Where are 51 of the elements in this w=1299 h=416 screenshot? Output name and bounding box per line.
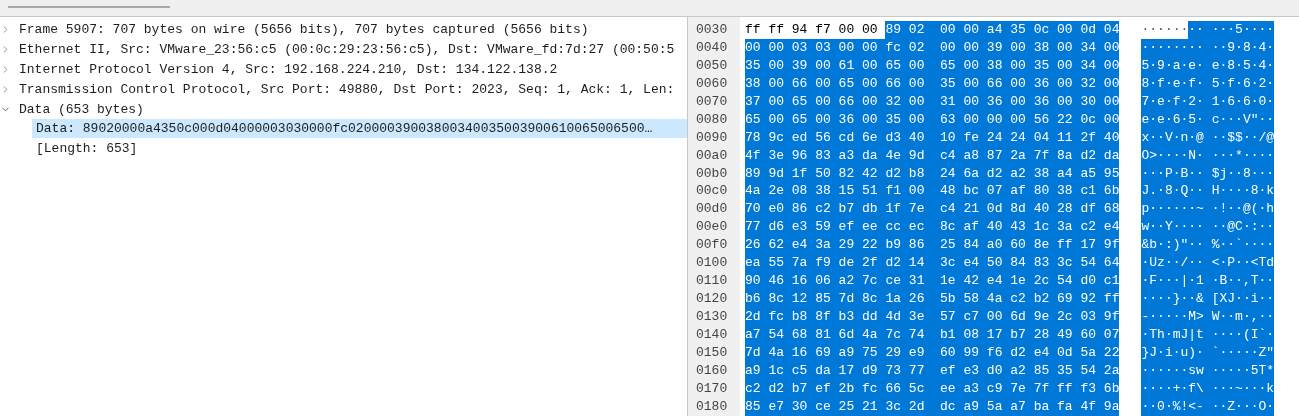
- offset-label: 0100: [696, 255, 728, 271]
- offset-label: 00a0: [696, 147, 728, 163]
- ascii-text: p······~ ·!··@(·h: [1141, 200, 1275, 219]
- offset-label: 0060: [696, 75, 728, 91]
- hex-bytes: 90 46 16 06 a2 7c ce 31 1e 42 e4 1e 2c 54 d0 c1: [745, 272, 1120, 291]
- ascii-text: J.·8·Q·· H····8·k: [1141, 182, 1275, 201]
- offset-label: 00c0: [696, 183, 728, 199]
- offset-label: 00e0: [696, 219, 728, 235]
- tree-item[interactable]: Data: 89020000a4350c000d04000003030000fc02000039003800340035003900610065006500…: [32, 119, 687, 139]
- tree-item[interactable]: [Length: 653]: [32, 139, 142, 159]
- tree-item[interactable]: Frame 5907: 707 bytes on wire (5656 bits), 707 bytes captured (5656 bits): [15, 20, 593, 40]
- tree-item[interactable]: Transmission Control Protocol, Src Port: 49880, Dst Port: 2023, Seq: 1, Ack: 1, Len:: [15, 79, 679, 99]
- offset-label: 0150: [696, 344, 728, 360]
- tree-item[interactable]: Data (653 bytes): [15, 99, 148, 119]
- tree-item[interactable]: Ethernet II, Src: VMware_23:56:c5 (00:0c:29:23:56:c5), Dst: VMware_fd:7d:27 (00:50:5: [15, 40, 679, 60]
- hex-bytes: 2d fc b8 8f b3 dd 4d 3e 57 c7 00 6d 9e 2c 03 9f: [745, 308, 1120, 326]
- offset-label: 0130: [696, 309, 728, 324]
- offset-label: 0070: [696, 93, 728, 109]
- offset-label: 0040: [696, 39, 728, 55]
- ascii-text: ······: [1141, 21, 1189, 39]
- offset-label: 0030: [696, 22, 728, 37]
- ascii-text: w··Y···· ··@C·:··: [1141, 218, 1275, 237]
- hex-bytes: ea 55 7a f9 de 2f d2 14 3c e4 50 84 83 3c 54 64: [745, 254, 1120, 273]
- ascii-text: ·F···|·1 ·B··,T··: [1141, 272, 1275, 291]
- offset-label: 0160: [696, 362, 728, 378]
- hex-bytes: 77 d6 e3 59 ef ee cc ec 8c af 40 43 1c 3a c2 e4: [745, 218, 1120, 237]
- hex-bytes: 4a 2e 08 38 15 51 f1 00 48 bc 07 af 80 38 c1 6b: [745, 182, 1120, 201]
- ascii-text: ·Uz··/·· <·P··<Td: [1141, 254, 1275, 273]
- offset-label: 0110: [696, 273, 728, 289]
- offset-label: 0180: [696, 398, 728, 414]
- offset-label: 0050: [696, 57, 728, 73]
- offset-label: 0080: [696, 111, 728, 127]
- offset-label: 0140: [696, 326, 728, 342]
- hex-bytes: 26 62 e4 3a 29 22 b9 86 25 84 a0 60 8e ff 17 9f: [745, 236, 1120, 255]
- tree-item[interactable]: Internet Protocol Version 4, Src: 192.168.224.210, Dst: 134.122.138.2: [15, 60, 562, 79]
- ascii-text: -·····M> W··m·,··: [1141, 308, 1275, 326]
- hex-bytes: 00 00 03 03 00 00 fc 02 00 00 39 00 38 00 34 00: [745, 38, 1120, 57]
- offset-label: 0120: [696, 291, 728, 307]
- hex-bytes: 70 e0 86 c2 b7 db 1f 7e c4 21 0d 8d 40 28 df 68: [745, 200, 1120, 219]
- ascii-text: &b·:)"·· %··`····: [1141, 236, 1275, 255]
- offset-label: 00d0: [696, 201, 728, 217]
- ascii-text: ········ ··9·8·4·: [1141, 38, 1275, 57]
- offset-label: 00f0: [696, 237, 728, 253]
- offset-label: 0090: [696, 129, 728, 145]
- ascii-text: ····}··& [XJ··i··: [1141, 290, 1275, 308]
- offset-label: 0170: [696, 380, 728, 396]
- hex-bytes: 89 02 00 00 a4 35 0c 00 0d 04: [885, 21, 1120, 39]
- hex-bytes: b6 8c 12 85 7d 8c 1a 26 5b 58 4a c2 b2 69 92 ff: [745, 290, 1120, 308]
- offset-label: 00b0: [696, 165, 728, 181]
- ascii-text: ·· ···5····: [1188, 21, 1275, 39]
- hex-bytes: ff ff 94 f7 00 00: [745, 21, 879, 39]
